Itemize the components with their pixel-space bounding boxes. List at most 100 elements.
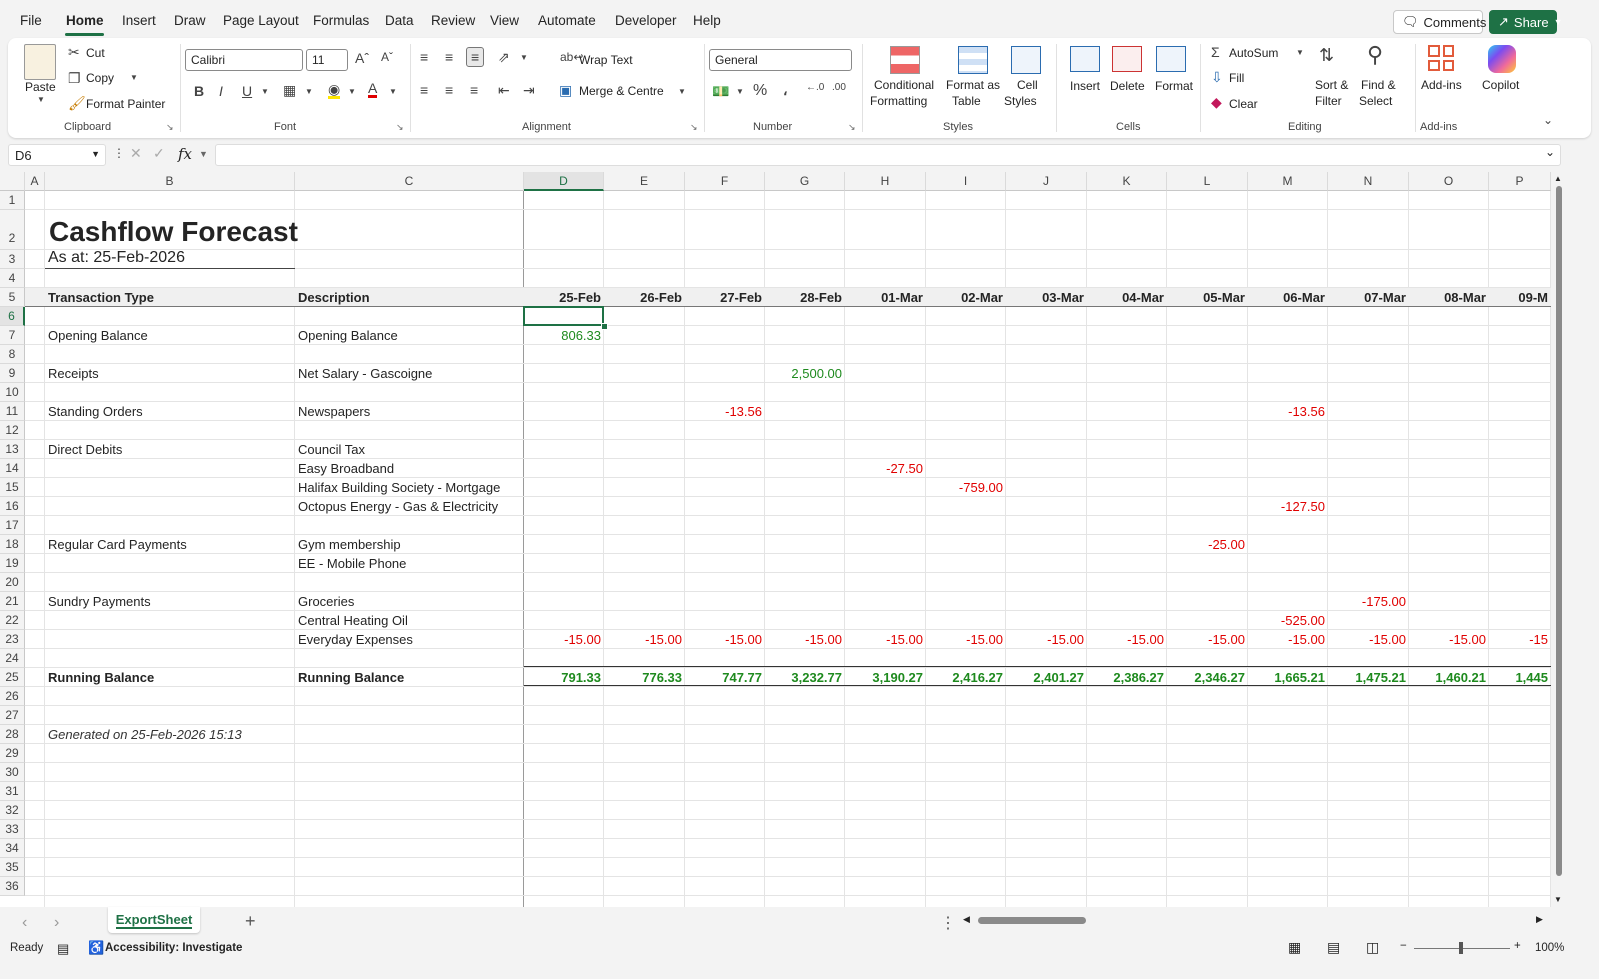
sort-filter-button[interactable]: Sort &: [1315, 78, 1348, 92]
insert-function-button[interactable]: fx: [178, 145, 192, 163]
addins-icon[interactable]: [1428, 45, 1454, 71]
accessibility-status[interactable]: Accessibility: Investigate: [105, 942, 242, 954]
row-header-11[interactable]: 11: [0, 402, 25, 421]
align-right-icon[interactable]: ≡: [470, 83, 478, 97]
zoom-in-icon[interactable]: +: [1514, 940, 1521, 952]
addins-button[interactable]: Add-ins: [1421, 78, 1462, 92]
column-header-n[interactable]: N: [1328, 172, 1409, 191]
menu-formulas[interactable]: Formulas: [313, 13, 369, 28]
select-all-corner[interactable]: [0, 172, 25, 191]
selected-cell[interactable]: [523, 306, 604, 326]
column-header-l[interactable]: L: [1167, 172, 1248, 191]
conditional-formatting-icon[interactable]: [890, 46, 920, 74]
row-header-3[interactable]: 3: [0, 250, 25, 269]
column-header-o[interactable]: O: [1409, 172, 1489, 191]
row-header-22[interactable]: 22: [0, 611, 25, 630]
row-header-12[interactable]: 12: [0, 421, 25, 440]
increase-indent-icon[interactable]: ⇥: [523, 83, 535, 97]
format-cells-button[interactable]: Format: [1155, 79, 1193, 93]
menu-developer[interactable]: Developer: [615, 13, 677, 28]
chevron-down-icon[interactable]: ▼: [305, 88, 313, 96]
number-format-combo[interactable]: General: [709, 49, 852, 71]
currency-icon[interactable]: 💵: [712, 84, 729, 98]
row-header-1[interactable]: 1: [0, 191, 25, 210]
copilot-icon[interactable]: [1488, 45, 1516, 73]
menu-home[interactable]: Home: [66, 13, 104, 28]
row-header-8[interactable]: 8: [0, 345, 25, 364]
paste-icon[interactable]: [24, 44, 56, 80]
column-header-d[interactable]: D: [524, 172, 604, 191]
row-header-14[interactable]: 14: [0, 459, 25, 478]
delete-cells-button[interactable]: Delete: [1110, 79, 1145, 93]
font-name-combo[interactable]: Calibri: [185, 49, 303, 71]
format-cells-icon[interactable]: [1156, 46, 1186, 72]
chevron-down-icon[interactable]: ▼: [678, 88, 686, 96]
column-header-a[interactable]: A: [25, 172, 45, 191]
clear-button[interactable]: Clear: [1229, 97, 1258, 111]
comma-style-icon[interactable]: ،: [783, 83, 788, 97]
row-header-13[interactable]: 13: [0, 440, 25, 459]
chevron-down-icon[interactable]: ▼: [37, 96, 45, 104]
vertical-scrollbar[interactable]: ▲ ▼: [1551, 172, 1566, 907]
align-left-icon[interactable]: ≡: [420, 83, 428, 97]
bold-button[interactable]: B: [194, 84, 204, 98]
row-header-30[interactable]: 30: [0, 763, 25, 782]
insert-cells-button[interactable]: Insert: [1070, 79, 1100, 93]
menu-draw[interactable]: Draw: [174, 13, 206, 28]
font-color-icon[interactable]: A: [368, 81, 378, 98]
fill-color-icon[interactable]: ◉: [328, 82, 341, 99]
chevron-down-icon[interactable]: ▼: [736, 88, 744, 96]
column-header-p[interactable]: P: [1489, 172, 1551, 191]
prev-sheet-icon[interactable]: ‹: [22, 914, 27, 932]
menu-insert[interactable]: Insert: [122, 13, 156, 28]
dialog-launcher-icon[interactable]: ↘: [848, 122, 856, 133]
decrease-decimal-icon[interactable]: .00: [832, 83, 846, 93]
chevron-down-icon[interactable]: ▼: [130, 74, 138, 82]
row-header-33[interactable]: 33: [0, 820, 25, 839]
menu-file[interactable]: File: [20, 13, 42, 28]
column-header-k[interactable]: K: [1087, 172, 1167, 191]
percent-icon[interactable]: %: [753, 83, 767, 99]
row-header-4[interactable]: 4: [0, 269, 25, 288]
insert-cells-icon[interactable]: [1070, 46, 1100, 72]
column-header-i[interactable]: I: [926, 172, 1006, 191]
vertical-scroll-thumb[interactable]: [1556, 186, 1562, 876]
row-header-32[interactable]: 32: [0, 801, 25, 820]
menu-automate[interactable]: Automate: [538, 13, 596, 28]
dialog-launcher-icon[interactable]: ↘: [396, 122, 404, 133]
find-select-button[interactable]: Find &: [1361, 78, 1396, 92]
increase-font-icon[interactable]: Aˆ: [355, 51, 369, 65]
expand-formula-icon[interactable]: ⌄: [1545, 145, 1555, 159]
cell-styles-icon[interactable]: [1011, 46, 1041, 74]
menu-review[interactable]: Review: [431, 13, 475, 28]
enter-icon[interactable]: ✓: [153, 146, 165, 160]
chevron-down-icon[interactable]: ▼: [520, 54, 528, 62]
fill-button[interactable]: Fill: [1229, 71, 1244, 85]
align-middle-icon[interactable]: ≡: [445, 50, 453, 64]
column-header-j[interactable]: J: [1006, 172, 1087, 191]
orientation-icon[interactable]: ⇗: [498, 50, 510, 64]
add-sheet-button[interactable]: +: [245, 911, 256, 932]
row-header-36[interactable]: 36: [0, 877, 25, 896]
chevron-down-icon[interactable]: ▼: [199, 149, 208, 159]
scroll-up-icon[interactable]: ▲: [1554, 174, 1562, 183]
row-header-5[interactable]: 5: [0, 288, 25, 307]
worksheet-grid[interactable]: A B C D E F G H I J K L M N O P 1 2 3 4 5 6 7 8 9 10 11 12 13 14 15 16 1…: [0, 172, 1551, 907]
formula-input[interactable]: [215, 144, 1561, 166]
row-header-16[interactable]: 16: [0, 497, 25, 516]
menu-page-layout[interactable]: Page Layout: [223, 13, 299, 28]
cell-mode-icon[interactable]: ▤: [57, 941, 69, 957]
chevron-down-icon[interactable]: ▼: [261, 88, 269, 96]
row-header-7[interactable]: 7: [0, 326, 25, 345]
row-header-31[interactable]: 31: [0, 782, 25, 801]
row-header-18[interactable]: 18: [0, 535, 25, 554]
row-header-9[interactable]: 9: [0, 364, 25, 383]
row-header-25[interactable]: 25: [0, 668, 25, 687]
borders-icon[interactable]: ▦: [283, 83, 296, 97]
name-box[interactable]: D6 ▼: [8, 144, 106, 166]
delete-cells-icon[interactable]: [1112, 46, 1142, 72]
conditional-formatting-button[interactable]: Conditional: [874, 78, 934, 92]
font-size-combo[interactable]: 11: [306, 49, 348, 71]
column-header-h[interactable]: H: [845, 172, 926, 191]
format-painter-button[interactable]: Format Painter: [86, 97, 165, 111]
